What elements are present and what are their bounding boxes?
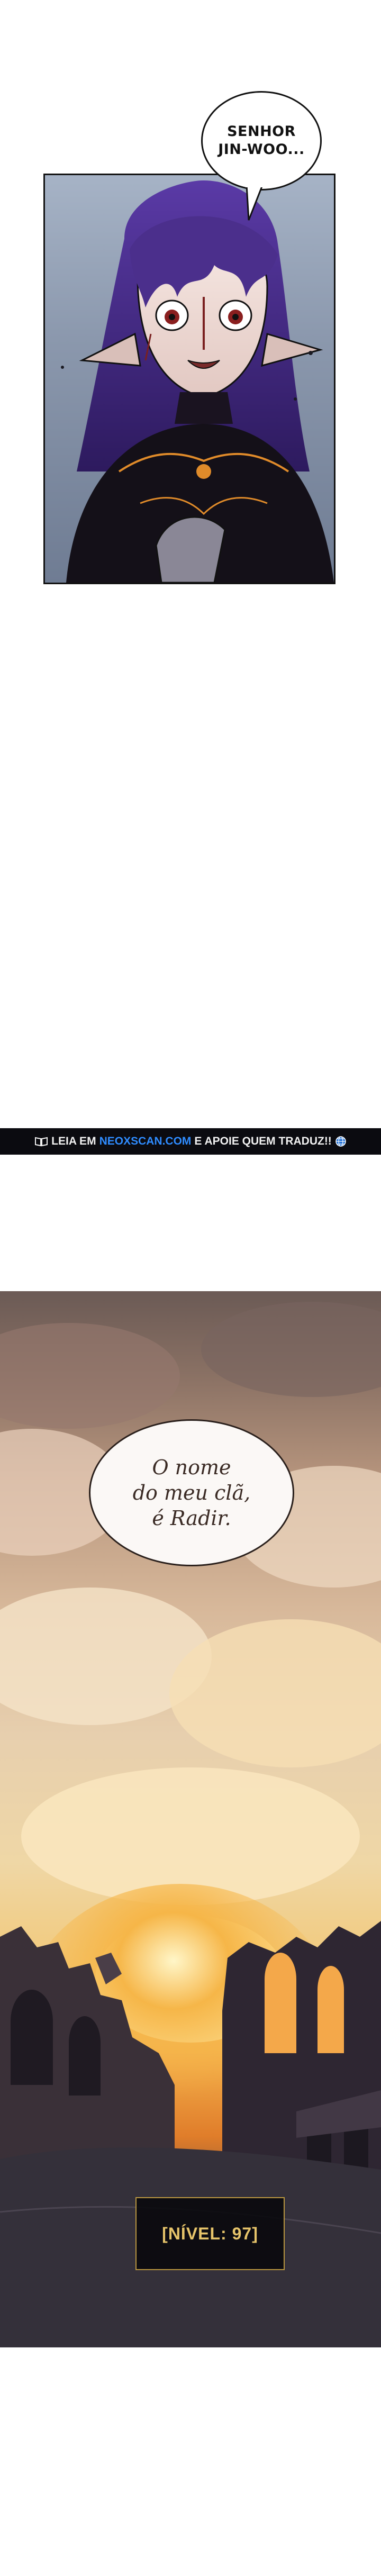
debris-speck	[309, 351, 313, 355]
cloud	[0, 1323, 180, 1429]
speech-bubble: O nome do meu clã, é Radir.	[89, 1419, 294, 1566]
open-book-icon	[35, 1137, 48, 1147]
globe-icon	[335, 1136, 346, 1147]
speech-text: O nome do meu clã, é Radir.	[132, 1456, 251, 1530]
banner-prefix: LEIA EM	[51, 1135, 96, 1147]
banner-suffix: E APOIE QUEM TRADUZ!!	[194, 1135, 332, 1147]
speech-bubble-tail	[246, 185, 264, 221]
ruins-silhouette	[0, 1884, 381, 2347]
speech-bubble: SENHOR JIN-WOO...	[201, 91, 322, 191]
debris-speck	[61, 366, 64, 369]
cloud	[201, 1302, 381, 1397]
character-illustration	[66, 180, 334, 583]
debris-speck	[294, 397, 297, 401]
level-label: [NÍVEL: 97]	[162, 2224, 258, 2243]
scanlation-banner[interactable]: LEIA EM NEOXSCAN.COM E APOIE QUEM TRADUZ…	[0, 1128, 381, 1155]
speech-text: SENHOR JIN-WOO...	[218, 123, 305, 158]
manga-panel-character-closeup	[43, 174, 335, 584]
site-link[interactable]: NEOXSCAN.COM	[99, 1135, 192, 1148]
level-indicator-box: [NÍVEL: 97]	[135, 2197, 285, 2270]
